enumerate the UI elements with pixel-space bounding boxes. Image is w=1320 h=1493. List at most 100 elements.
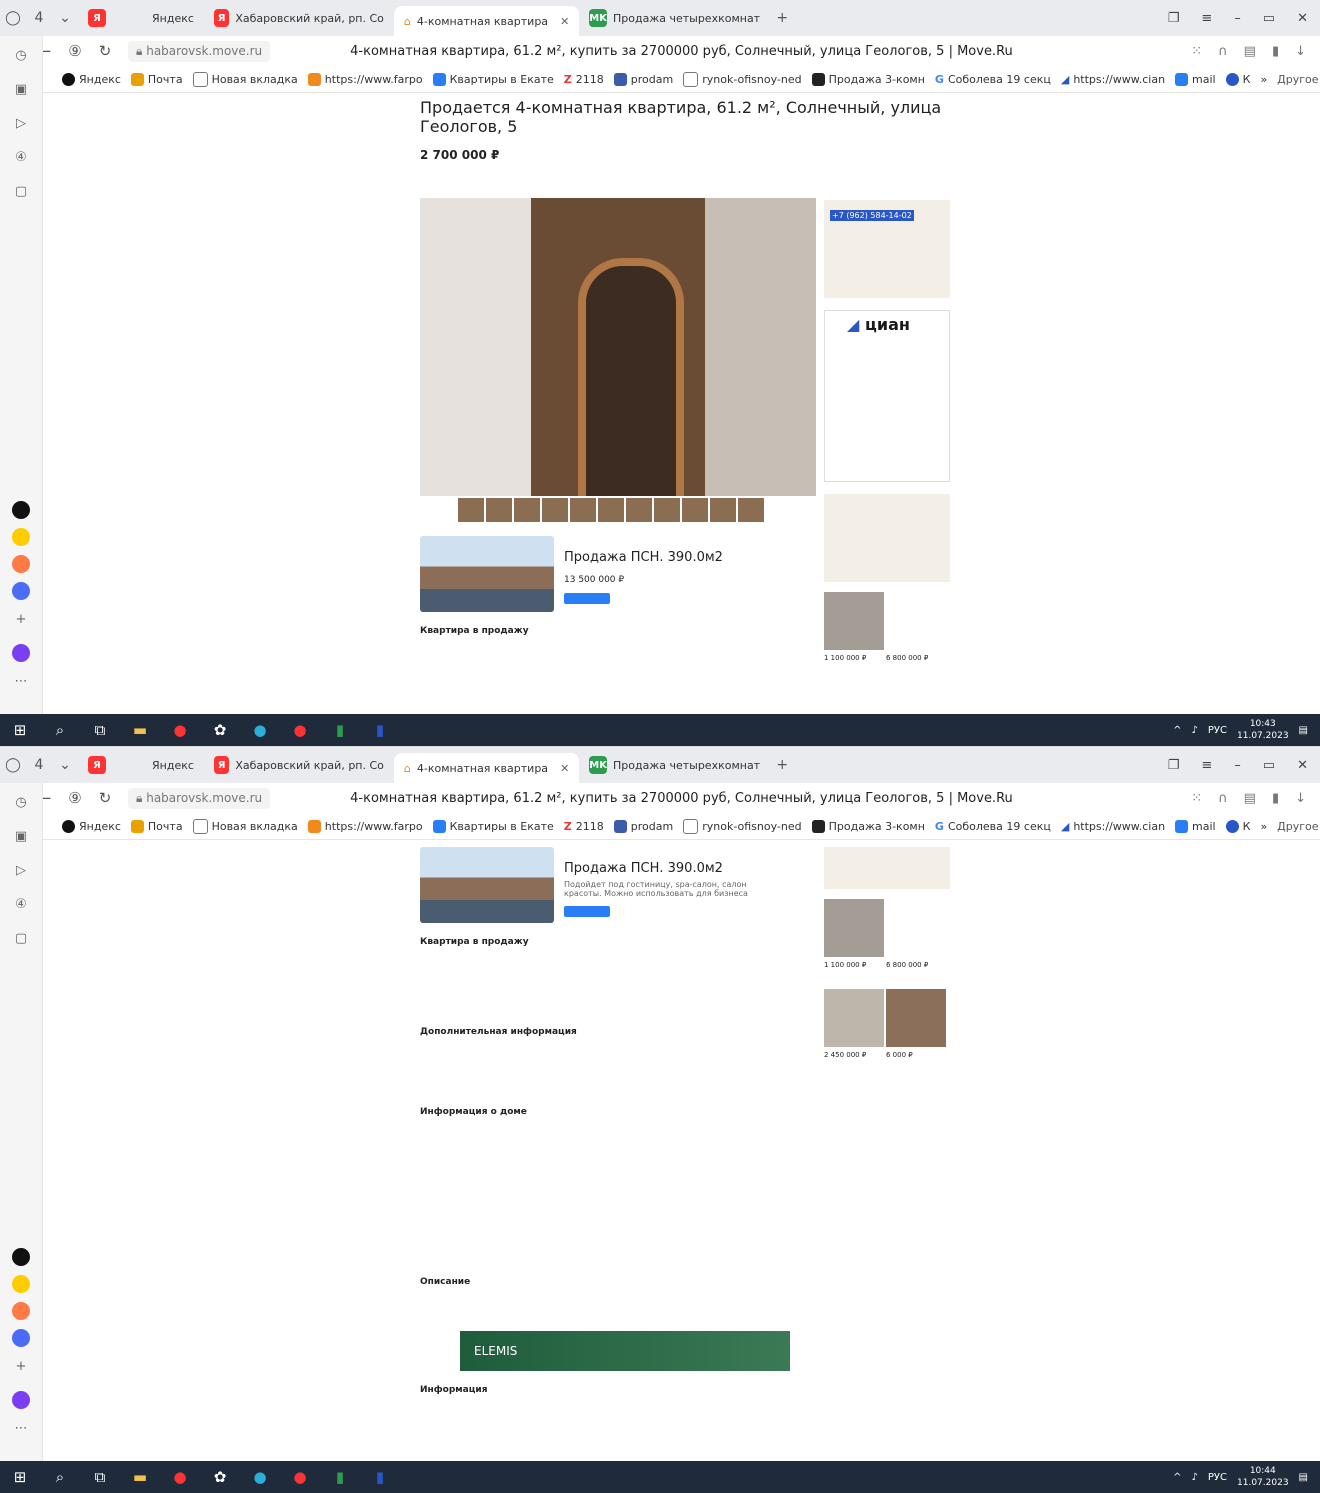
more-icon[interactable]: ⋯	[11, 672, 31, 692]
play-icon[interactable]: ▷	[11, 114, 31, 134]
main-photo[interactable]	[420, 198, 816, 496]
search-icon[interactable]: ⌕	[40, 1468, 80, 1486]
profile-icon[interactable]: ◯	[0, 757, 26, 773]
mail-app-icon[interactable]	[12, 1302, 30, 1320]
headphones-icon[interactable]: ∩	[1218, 791, 1228, 806]
bookmark-item[interactable]: https://www.farpo	[307, 819, 423, 833]
thumbnail[interactable]	[710, 498, 736, 522]
restore-icon[interactable]: ▭	[1263, 758, 1275, 773]
extensions-icon[interactable]: ⁙	[1191, 791, 1202, 806]
close-window-icon[interactable]: ✕	[1297, 758, 1308, 773]
minimize-icon[interactable]: –	[1234, 758, 1241, 773]
notifications-icon[interactable]: ▤	[1299, 1472, 1308, 1483]
alice-app-icon[interactable]	[12, 644, 30, 662]
play-icon[interactable]: ▷	[11, 861, 31, 881]
clock[interactable]: 10:43 11.07.2023	[1237, 718, 1289, 742]
bookmark-item[interactable]: Почта	[130, 819, 183, 833]
alice-app-icon[interactable]	[12, 1391, 30, 1409]
minimize-icon[interactable]: –	[1234, 11, 1241, 26]
screenshot-icon[interactable]: ▢	[11, 929, 31, 949]
tab-khabarovsk[interactable]: Я Хабаровский край, рп. Со	[204, 4, 394, 32]
bookmark-item[interactable]: G Соболева 19 секц	[935, 73, 1051, 86]
close-icon[interactable]: ✕	[560, 762, 569, 775]
bookmark-item[interactable]: Новая вкладка	[192, 818, 298, 834]
excel-icon[interactable]: ▮	[320, 1468, 360, 1486]
clock[interactable]: 10:44 11.07.2023	[1237, 1465, 1289, 1489]
bookmark-item[interactable]: G Соболева 19 секц	[935, 820, 1051, 833]
yandex-icon[interactable]: ●	[280, 1468, 320, 1486]
bookmark-item[interactable]: mail	[1175, 72, 1216, 86]
close-icon[interactable]: ✕	[560, 15, 569, 28]
yandex-browser-icon[interactable]: ●	[160, 1468, 200, 1486]
word-icon[interactable]: ▮	[360, 1468, 400, 1486]
new-tab-icon[interactable]: +	[769, 10, 795, 26]
menu-icon[interactable]: ≡	[1201, 11, 1212, 26]
listing-card[interactable]: 6 000 ₽	[886, 989, 946, 1059]
tabs-icon[interactable]: ④	[11, 148, 31, 168]
bookmark-item[interactable]: Почта	[130, 72, 183, 86]
tab-count-badge[interactable]: 4	[26, 757, 52, 773]
bookmark-item[interactable]: К	[1225, 819, 1250, 833]
reload-icon[interactable]: ↻	[90, 42, 120, 60]
listing-card[interactable]: 6 800 000 ₽	[886, 899, 946, 969]
yandex-app-icon[interactable]	[12, 501, 30, 519]
other-bookmarks[interactable]: Другое	[1277, 820, 1320, 833]
bookmark-item[interactable]: rynok-ofisnoy-ned	[683, 71, 802, 87]
bookmark-item[interactable]: Новая вкладка	[192, 71, 298, 87]
yandex-app-icon[interactable]	[12, 1248, 30, 1266]
market-app-icon[interactable]	[12, 1275, 30, 1293]
tabs-icon[interactable]: ❐	[1168, 758, 1180, 773]
ad-button[interactable]	[564, 593, 610, 604]
reader-icon[interactable]: ▤	[1244, 791, 1256, 806]
reader-icon[interactable]: ▤	[1244, 44, 1256, 59]
collections-icon[interactable]: ▣	[11, 80, 31, 100]
bookmark-item[interactable]: https://www.farpo	[307, 72, 423, 86]
bookmark-item[interactable]: mail	[1175, 819, 1216, 833]
tab-count-badge[interactable]: 4	[26, 10, 52, 26]
bookmark-item[interactable]: Z 2118	[564, 73, 604, 86]
task-view-icon[interactable]: ⧉	[80, 721, 120, 739]
more-bookmarks-icon[interactable]: »	[1260, 820, 1267, 833]
ad-button[interactable]	[564, 906, 610, 917]
elemis-banner[interactable]: ELEMIS	[460, 1331, 790, 1371]
volume-icon[interactable]: ♪	[1192, 725, 1198, 736]
other-bookmarks[interactable]: Другое	[1277, 73, 1320, 86]
language-indicator[interactable]: РУС	[1208, 1472, 1227, 1483]
task-view-icon[interactable]: ⧉	[80, 1468, 120, 1486]
bookmark-icon[interactable]: ▮	[1272, 44, 1279, 59]
thumbnail[interactable]	[598, 498, 624, 522]
tab-sale[interactable]: MK Продажа четырехкомнат	[579, 751, 769, 779]
tab-yandex[interactable]: Я Яндекс	[78, 751, 204, 779]
listing-card[interactable]: 6 800 000 ₽	[886, 592, 946, 662]
bookmark-item[interactable]: Продажа 3-комн	[811, 819, 925, 833]
app-icon[interactable]: ✿	[200, 721, 240, 739]
bookmark-item[interactable]: Z 2118	[564, 820, 604, 833]
notifications-icon[interactable]: ▤	[1299, 725, 1308, 736]
download-icon[interactable]: ↓	[1295, 44, 1306, 59]
folder-icon[interactable]: ▬	[120, 721, 160, 739]
thumbnail[interactable]	[570, 498, 596, 522]
search-icon[interactable]: ⌕	[40, 721, 80, 739]
app-icon[interactable]: ✿	[200, 1468, 240, 1486]
yandex-logo-icon[interactable]: ⑨	[60, 42, 90, 60]
bookmark-item[interactable]: prodam	[613, 819, 673, 833]
tray-chevron-icon[interactable]: ^	[1173, 725, 1181, 736]
yandex-browser-icon[interactable]: ●	[160, 721, 200, 739]
windows-start-icon[interactable]: ⊞	[0, 721, 40, 739]
tab-sale[interactable]: MK Продажа четырехкомнат	[579, 4, 769, 32]
bookmark-icon[interactable]: ▮	[1272, 791, 1279, 806]
language-indicator[interactable]: РУС	[1208, 725, 1227, 736]
yandex-icon[interactable]: ●	[280, 721, 320, 739]
volume-icon[interactable]: ♪	[1192, 1472, 1198, 1483]
word-icon[interactable]: ▮	[360, 721, 400, 739]
tray-chevron-icon[interactable]: ^	[1173, 1472, 1181, 1483]
extensions-icon[interactable]: ⁙	[1191, 44, 1202, 59]
bookmark-item[interactable]: Продажа 3-комн	[811, 72, 925, 86]
restore-icon[interactable]: ▭	[1263, 11, 1275, 26]
bookmark-item[interactable]: Яндекс	[62, 72, 121, 86]
url-field[interactable]: 🔒︎ habarovsk.move.ru	[128, 787, 271, 809]
bookmark-item[interactable]: Квартиры в Екате	[432, 819, 554, 833]
screenshot-icon[interactable]: ▢	[11, 182, 31, 202]
reload-icon[interactable]: ↻	[90, 789, 120, 807]
more-bookmarks-icon[interactable]: »	[1260, 73, 1267, 86]
